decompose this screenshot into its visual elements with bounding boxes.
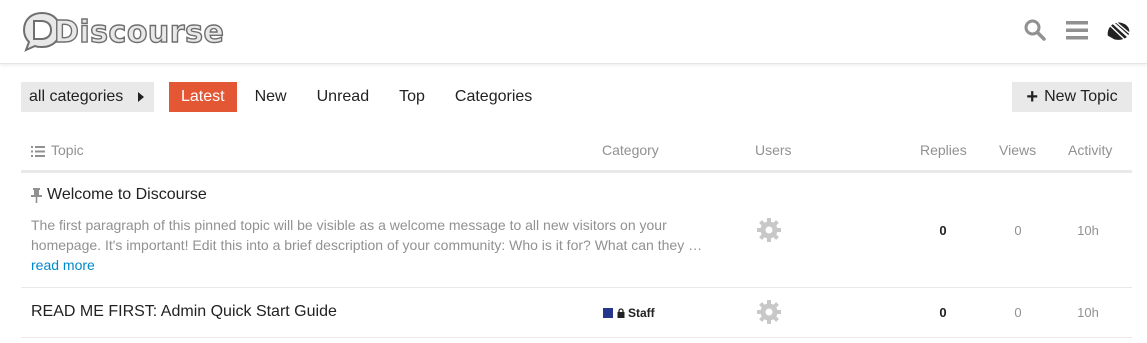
tab-unread[interactable]: Unread: [305, 82, 381, 112]
category-dropdown[interactable]: all categories: [21, 82, 154, 112]
column-category[interactable]: Category: [602, 142, 659, 158]
activity-time[interactable]: 10h: [1073, 305, 1103, 320]
column-activity[interactable]: Activity: [1068, 142, 1112, 158]
topic-excerpt: The first paragraph of this pinned topic…: [31, 215, 731, 275]
new-topic-label: New Topic: [1044, 88, 1118, 105]
topic-list-header: Topic Category Users Replies Views Activ…: [21, 133, 1132, 173]
category-color-square: [603, 308, 613, 318]
lock-icon: [617, 308, 625, 318]
search-button[interactable]: [1021, 16, 1049, 44]
gear-icon[interactable]: [756, 217, 782, 243]
hamburger-menu-button[interactable]: [1063, 16, 1091, 44]
column-views[interactable]: Views: [999, 142, 1036, 158]
table-row: READ ME FIRST: Admin Quick Start Guide S…: [21, 288, 1132, 338]
activity-time[interactable]: 10h: [1073, 223, 1103, 238]
site-logo[interactable]: Discourse: [20, 9, 224, 53]
category-dropdown-label: all categories: [29, 88, 124, 105]
list-icon: [31, 145, 45, 157]
views-count: 0: [1014, 223, 1022, 238]
topic-title-link[interactable]: READ ME FIRST: Admin Quick Start Guide: [31, 303, 337, 321]
tab-categories[interactable]: Categories: [443, 82, 544, 112]
user-avatar: [1107, 19, 1132, 42]
pin-icon: [31, 187, 42, 203]
user-menu-button[interactable]: [1105, 16, 1133, 44]
tab-top[interactable]: Top: [387, 82, 437, 112]
column-topic[interactable]: Topic: [31, 142, 84, 158]
caret-right-icon: [138, 92, 144, 102]
category-badge-label: Staff: [628, 306, 655, 320]
nav-pills: Latest New Unread Top Categories: [169, 82, 550, 112]
column-topic-label: Topic: [51, 142, 84, 158]
read-more-link[interactable]: read more: [31, 257, 95, 273]
hamburger-menu-icon: [1066, 21, 1088, 40]
gear-icon[interactable]: [756, 299, 782, 325]
views-count: 0: [1014, 305, 1022, 320]
logo-text: Discourse: [53, 14, 225, 50]
replies-count: 0: [939, 305, 947, 320]
column-replies[interactable]: Replies: [920, 142, 967, 158]
site-header: Discourse: [0, 0, 1147, 64]
column-users[interactable]: Users: [755, 142, 792, 158]
search-icon: [1024, 19, 1046, 41]
tab-new[interactable]: New: [243, 82, 299, 112]
tab-latest[interactable]: Latest: [169, 82, 237, 112]
plus-icon: +: [1026, 86, 1039, 108]
topic-title-link[interactable]: Welcome to Discourse: [47, 186, 207, 204]
replies-count: 0: [939, 223, 947, 238]
category-badge[interactable]: Staff: [603, 306, 655, 320]
new-topic-button[interactable]: + New Topic: [1012, 82, 1132, 112]
topic-excerpt-text: The first paragraph of this pinned topic…: [31, 217, 703, 253]
table-row: Welcome to Discourse The first paragraph…: [21, 174, 1132, 288]
navigation-bar: all categories Latest New Unread Top Cat…: [21, 82, 1132, 112]
